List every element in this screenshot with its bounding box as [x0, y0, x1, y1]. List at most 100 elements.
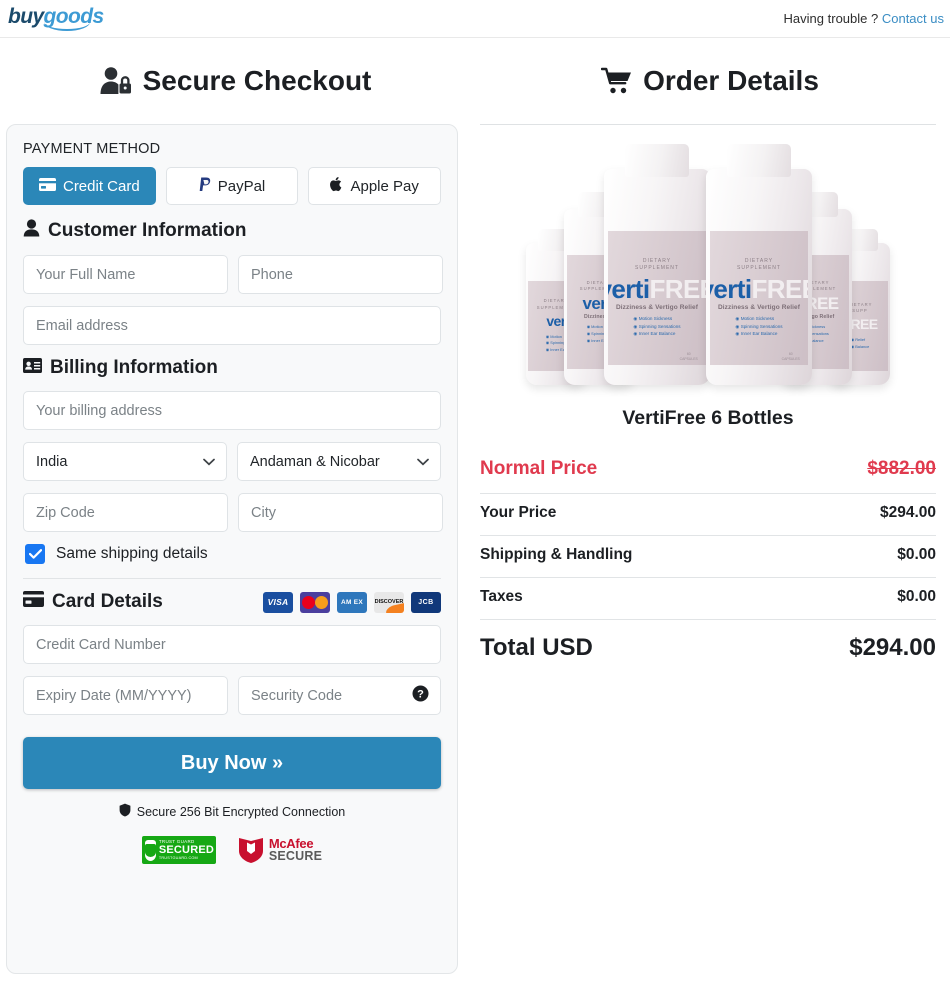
id-card-icon: [23, 357, 42, 379]
bottle-bullets: ◉ Relief ◉ Balance: [850, 337, 870, 349]
mastercard-icon: [300, 591, 330, 613]
person-icon: [23, 219, 40, 243]
country-select[interactable]: [23, 442, 227, 481]
same-shipping-label: Same shipping details: [56, 545, 208, 562]
card-details-title: Card Details: [52, 591, 163, 612]
expiry-date-input[interactable]: [23, 676, 228, 715]
payment-method-label: PAYMENT METHOD: [23, 141, 161, 157]
price-label: Normal Price: [480, 458, 598, 479]
order-details-body: DIETARY SUPPLEMENT ver ◉ Motion ◉ Spinning…: [470, 124, 950, 675]
payment-tab-credit-card-label: Credit Card: [62, 177, 140, 195]
card-number-input[interactable]: [23, 625, 441, 664]
secure-connection-note: Secure 256 Bit Encrypted Connection: [23, 803, 441, 820]
logo-buy-text: buy: [8, 5, 44, 28]
checkout-column: Secure Checkout PAYMENT METHOD Credit Ca…: [0, 38, 470, 974]
product-title: VertiFree 6 Bottles: [622, 407, 794, 429]
same-shipping-checkbox[interactable]: [25, 544, 45, 564]
price-amount: $0.00: [897, 588, 936, 605]
full-name-input[interactable]: [23, 255, 228, 294]
bottle-supplement-text: DIETARY SUPPLEMENT: [635, 257, 679, 272]
price-table: Normal Price $882.00 Your Price $294.00 …: [480, 456, 936, 675]
card-number-row: [23, 625, 441, 664]
shopping-cart-icon: [601, 67, 633, 95]
bottle-bullets: ◉ Motion Sickness ◉ Spinning Sensations ◉ …: [735, 315, 783, 337]
mcafee-text: McAfee SECURE: [269, 837, 322, 863]
mcafee-shield-icon: [238, 836, 264, 864]
top-bar: buygoods Having trouble ? Contact us: [0, 0, 950, 38]
contact-us-link[interactable]: Contact us: [882, 11, 944, 26]
order-details-title: Order Details: [643, 65, 819, 96]
phone-input[interactable]: [238, 255, 443, 294]
state-select[interactable]: [237, 442, 441, 481]
expiry-cvv-row: ?: [23, 676, 441, 715]
email-row: [23, 306, 441, 345]
trust-guard-bottom-text: TRUSTGUARD.COM: [158, 856, 198, 861]
buy-now-button[interactable]: Buy Now »: [23, 737, 441, 789]
bottle-brand: vertiFREE: [710, 273, 808, 304]
security-code-input[interactable]: [238, 676, 441, 715]
payment-tab-credit-card[interactable]: Credit Card: [23, 167, 156, 205]
buygoods-logo[interactable]: buygoods: [8, 6, 104, 31]
secure-checkout-title: Secure Checkout: [142, 65, 372, 96]
credit-card-icon: [38, 177, 56, 195]
billing-address-input[interactable]: [23, 391, 441, 430]
help-text: Having trouble ?: [783, 11, 879, 26]
order-details-heading: Order Details: [470, 38, 950, 124]
svg-text:?: ?: [417, 688, 424, 700]
card-section-divider: [23, 578, 441, 579]
price-row-taxes: Taxes $0.00: [480, 578, 936, 620]
bottle-front-right: DIETARYSUPPLEMENT vertiFREE Dizziness & …: [706, 144, 812, 385]
city-input[interactable]: [238, 493, 443, 532]
price-amount: $0.00: [897, 546, 936, 563]
zip-code-input[interactable]: [23, 493, 228, 532]
price-row-normal-price: Normal Price $882.00: [480, 456, 936, 494]
billing-address-row: [23, 391, 441, 430]
state-select-wrap: [237, 442, 441, 481]
mcafee-badge: McAfee SECURE: [238, 836, 322, 864]
order-details-column: Order Details DIETARY SUPPLEMENT ver ◉ Mo…: [470, 38, 950, 974]
bottle-tagline: Dizziness & Vertigo Relief: [717, 303, 801, 311]
shield-icon: [119, 803, 131, 820]
price-label: Total USD: [480, 634, 593, 661]
payment-tab-apple-pay[interactable]: Apple Pay: [308, 167, 442, 205]
discover-label: DISCOVER: [374, 599, 404, 605]
paypal-icon: [199, 177, 211, 196]
email-input[interactable]: [23, 306, 441, 345]
mcafee-bottom-text: SECURE: [268, 849, 323, 864]
price-label: Taxes: [480, 588, 523, 605]
bottle-supplement-text: DIETARY SUPPLEMENT: [737, 257, 781, 272]
payment-tab-paypal[interactable]: PayPal: [165, 167, 299, 205]
trust-guard-badge: TRUST GUARD SECURED TRUSTGUARD.COM: [141, 836, 216, 864]
help-question-icon[interactable]: ?: [412, 685, 429, 707]
same-shipping-row[interactable]: Same shipping details: [25, 544, 441, 564]
country-select-wrap: [23, 442, 227, 481]
apple-icon: [330, 176, 343, 196]
secure-checkout-heading: Secure Checkout: [0, 38, 470, 124]
product-image: DIETARY SUPPLEMENT ver ◉ Motion ◉ Spinning…: [480, 135, 936, 385]
payment-tab-apple-pay-label: Apple Pay: [350, 177, 419, 195]
trust-guard-shield-icon: [144, 839, 156, 861]
bottle-capsule-count: 60 CAPSULES: [679, 352, 698, 361]
price-amount: $294.00: [879, 504, 936, 521]
price-amount: $882.00: [867, 458, 936, 479]
bottle-capsule-count: 60 CAPSULES: [781, 352, 800, 361]
price-row-your-price: Your Price $294.00: [480, 494, 936, 536]
discover-icon: DISCOVER: [374, 591, 404, 613]
checkout-form-card: PAYMENT METHOD Credit Card PayPal Apple …: [6, 124, 458, 974]
price-label: Shipping & Handling: [480, 546, 633, 563]
card-brand-logos: VISA AM EX DISCOVER JCB: [263, 591, 441, 613]
trust-guard-text: TRUST GUARD SECURED TRUSTGUARD.COM: [158, 839, 214, 861]
country-state-row: [23, 442, 441, 481]
page-columns: Secure Checkout PAYMENT METHOD Credit Ca…: [0, 38, 950, 974]
amex-icon: AM EX: [337, 591, 367, 613]
price-amount: $294.00: [849, 634, 936, 661]
mcafee-top-text: McAfee: [268, 836, 314, 851]
price-row-total: Total USD $294.00: [480, 620, 936, 675]
card-details-header-row: Card Details VISA AM EX DISCOVER JCB: [23, 591, 441, 613]
bottle-brand: vertiFREE: [608, 273, 706, 304]
check-icon: [28, 549, 42, 559]
billing-information-title: Billing Information: [50, 357, 218, 378]
billing-information-heading: Billing Information: [23, 357, 441, 379]
logo-swoosh-icon: [44, 22, 90, 31]
zip-city-row: [23, 493, 443, 532]
